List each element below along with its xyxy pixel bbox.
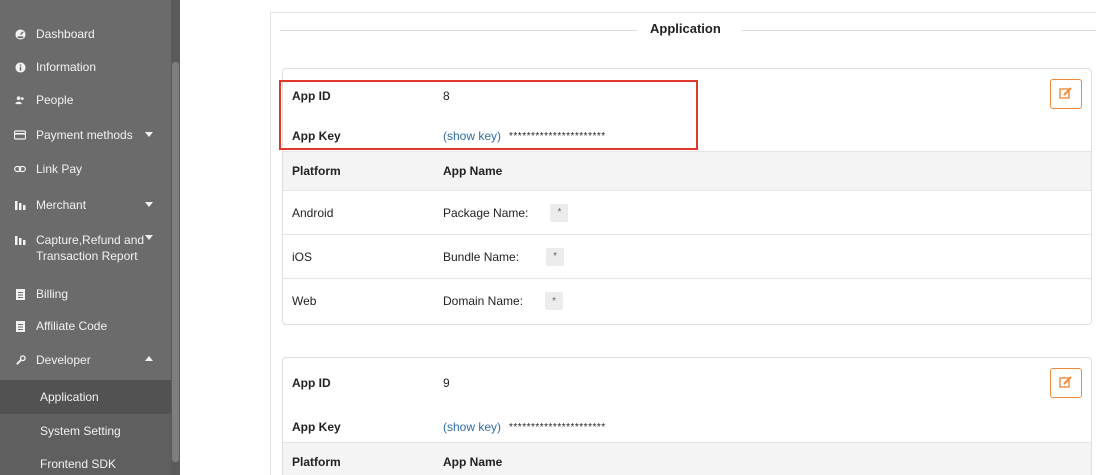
info-icon [14, 61, 26, 73]
chart-icon [14, 234, 26, 246]
sidebar-item-label: Payment methods [36, 128, 133, 142]
sidebar-item-label: Capture,Refund and [36, 233, 145, 247]
table-row: Web Domain Name: * [283, 279, 1091, 323]
app-id-value: 9 [443, 376, 450, 390]
page-title: Application [650, 21, 721, 36]
platform-name: Web [292, 294, 317, 308]
sidebar-item-payment-methods[interactable]: Payment methods [0, 119, 171, 151]
app-id-row: App ID 9 [283, 366, 1091, 400]
table-row: Android Package Name: * [283, 191, 1091, 235]
sidebar-item-dashboard[interactable]: Dashboard [0, 18, 171, 50]
chevron-down-icon [145, 202, 153, 207]
sidebar-item-label: People [36, 93, 74, 107]
app-key-label: App Key [292, 420, 341, 434]
chevron-down-icon [145, 132, 153, 137]
sidebar-item-label: Affiliate Code [36, 319, 108, 333]
sidebar-subitem-frontend-sdk[interactable]: Frontend SDK [0, 447, 171, 475]
sidebar-item-merchant[interactable]: Merchant [0, 189, 171, 221]
document-icon [14, 320, 26, 332]
sidebar: Dashboard Information People Payment met… [0, 0, 180, 475]
sidebar-item-label: Billing [36, 287, 69, 301]
divider [280, 30, 638, 31]
app-name-header: App Name [443, 455, 503, 469]
sidebar-item-people[interactable]: People [0, 84, 171, 116]
name-label: Package Name: [443, 205, 529, 220]
sidebar-item-capture-refund[interactable]: Capture,Refund and Transaction Report [0, 226, 171, 270]
people-icon [14, 94, 26, 106]
sidebar-item-label-line2: Transaction Report [36, 249, 138, 263]
link-icon [14, 163, 26, 175]
app-id-label: App ID [292, 376, 331, 390]
sidebar-item-affiliate-code[interactable]: Affiliate Code [0, 310, 171, 342]
sidebar-item-link-pay[interactable]: Link Pay [0, 153, 171, 185]
highlight-box [279, 80, 698, 150]
sidebar-item-label: Developer [36, 353, 91, 367]
sidebar-item-label: Merchant [36, 198, 87, 212]
app-card: App ID 9 App Key (show key) ************… [282, 357, 1092, 475]
name-value-badge: * [546, 247, 565, 266]
sidebar-item-label: Link Pay [36, 162, 83, 176]
show-key-link[interactable]: (show key) [443, 420, 501, 434]
platform-header: Platform [292, 455, 341, 469]
table-row: iOS Bundle Name: * [283, 235, 1091, 279]
divider [742, 30, 1096, 31]
app-key-row: App Key (show key) *********************… [283, 410, 1091, 444]
chevron-down-icon [145, 235, 153, 240]
name-value-badge: * [545, 292, 564, 310]
platform-header: Platform [292, 164, 341, 178]
edit-button[interactable] [1050, 368, 1082, 398]
chevron-up-icon [145, 356, 153, 361]
name-label: Domain Name: [443, 294, 524, 308]
sidebar-item-information[interactable]: Information [0, 51, 171, 83]
edit-icon [1059, 375, 1073, 392]
document-icon [14, 288, 26, 300]
sidebar-item-label: Information [36, 60, 97, 74]
app-name-header: App Name [443, 164, 503, 178]
platform-name: iOS [292, 249, 313, 264]
sidebar-item-label: Dashboard [36, 27, 95, 41]
sidebar-subitem-application[interactable]: Application [0, 380, 171, 414]
platform-table-header: Platform App Name [283, 151, 1091, 191]
sidebar-subitem-system-setting[interactable]: System Setting [0, 414, 171, 448]
platform-table-header: Platform App Name [283, 442, 1091, 475]
name-value-badge: * [550, 203, 569, 222]
gauge-icon [14, 28, 26, 40]
edit-button[interactable] [1050, 79, 1082, 109]
section-header: Application [280, 20, 1096, 40]
platform-name: Android [292, 205, 334, 220]
sidebar-item-billing[interactable]: Billing [0, 278, 171, 310]
chart-icon [14, 199, 26, 211]
sidebar-scrollbar-thumb[interactable] [172, 62, 179, 462]
edit-icon [1059, 86, 1073, 103]
sidebar-scrollbar[interactable] [171, 0, 180, 475]
sidebar-item-developer[interactable]: Developer [0, 344, 171, 376]
name-label: Bundle Name: [443, 249, 520, 264]
card-icon [14, 129, 26, 141]
app-key-masked: ********************** [509, 421, 606, 433]
wrench-icon [14, 354, 26, 366]
